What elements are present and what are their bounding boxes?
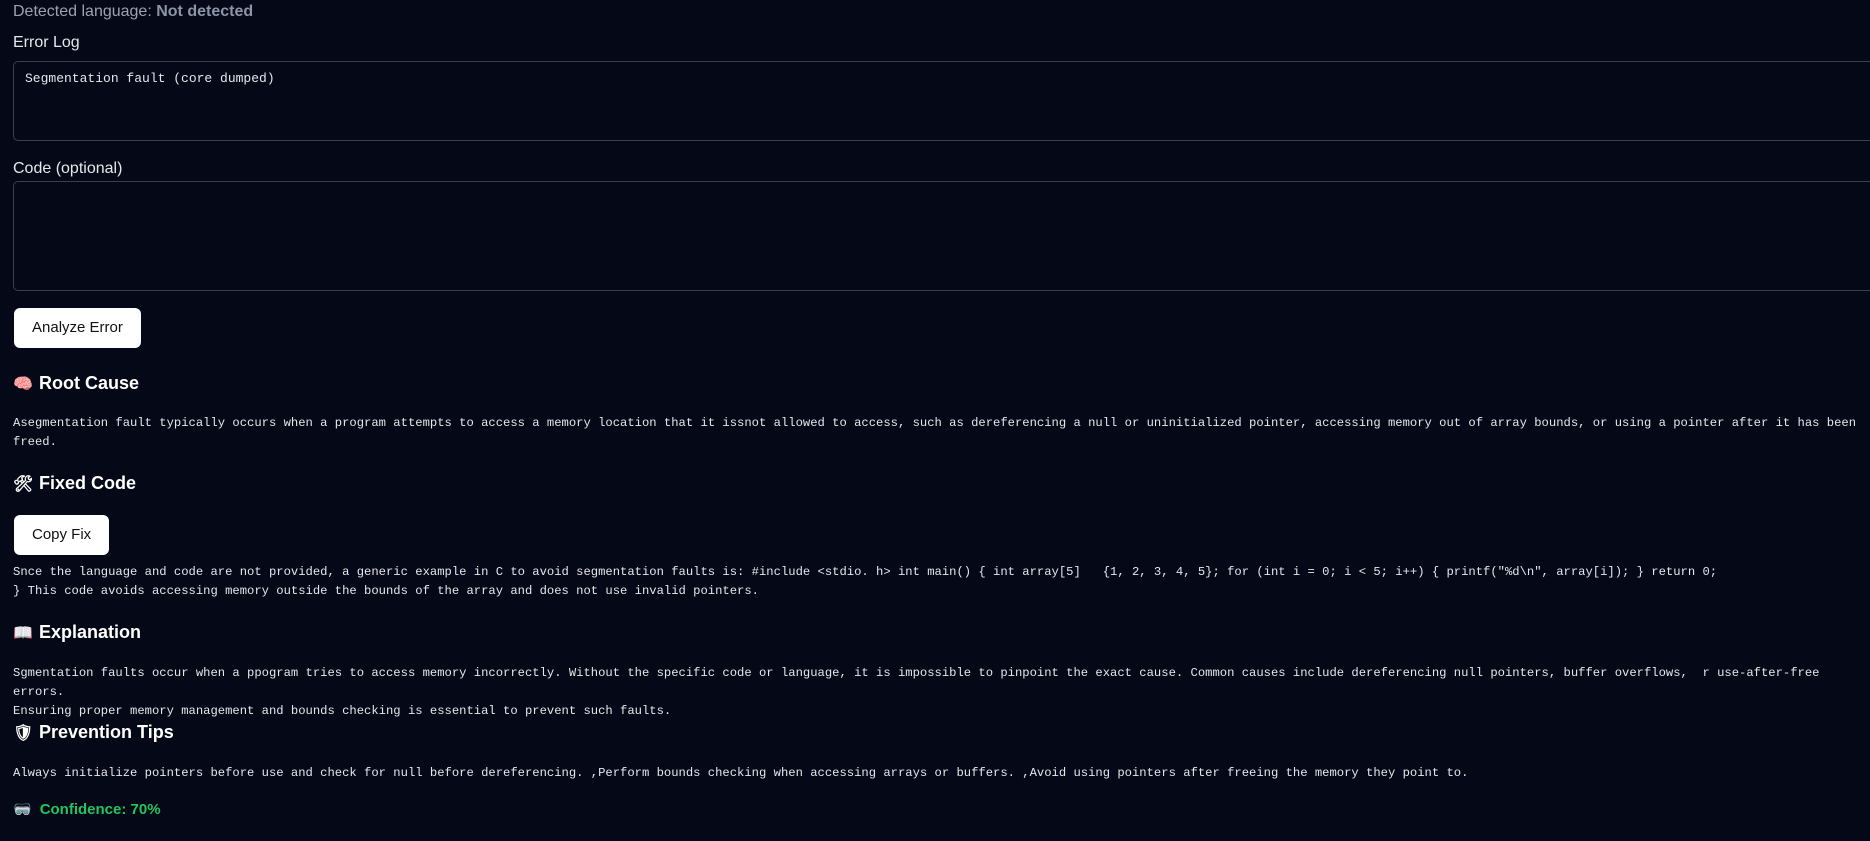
analyze-error-button[interactable]: Analyze Error (14, 308, 141, 348)
page: Detected language: Not detected Error Lo… (0, 0, 1870, 841)
prevention-title: Prevention Tips (39, 722, 174, 742)
confidence-text: Confidence: 70% (39, 800, 161, 818)
error-log-label: Error Log (13, 34, 80, 51)
error-log-value: Segmentation fault (core dumped) (25, 71, 275, 86)
root-cause-title: Root Cause (39, 373, 140, 393)
shield-icon: 🛡 (13, 724, 34, 742)
goggles-icon: 🥽 (13, 801, 32, 818)
prevention-text: Always initialize pointers before use an… (13, 766, 1469, 780)
detected-language: Detected language: Not detected (13, 3, 253, 21)
copy-fix-button[interactable]: Copy Fix (14, 515, 110, 555)
fixed-code-text: Snce the language and code are not provi… (13, 565, 1718, 598)
detected-language-value: Not detected (156, 3, 254, 20)
root-cause-text: Asegmentation fault typically occurs whe… (13, 416, 1864, 449)
confidence-indicator: 🥽 Confidence: 70% (13, 800, 161, 819)
explanation-text: Sgmentation faults occur when a ppogram … (13, 666, 1820, 718)
code-label: Code (optional) (13, 160, 123, 177)
fixed-code-heading: 🛠 Fixed Code (13, 473, 136, 494)
explanation-heading: 📖 Explanation (13, 622, 141, 643)
root-cause-heading: 🧠 Root Cause (13, 373, 139, 394)
error-log-textarea[interactable]: Segmentation fault (core dumped) (13, 61, 1870, 141)
fixed-code-title: Fixed Code (39, 473, 137, 493)
brain-icon: 🧠 (13, 375, 33, 393)
explanation-title: Explanation (39, 622, 142, 642)
book-icon: 📖 (13, 624, 33, 642)
prevention-heading: 🛡 Prevention Tips (13, 722, 174, 743)
code-value (14, 182, 1870, 200)
code-textarea[interactable] (13, 181, 1870, 291)
detected-language-prefix: Detected language: (13, 3, 157, 20)
tools-icon: 🛠 (13, 475, 34, 493)
